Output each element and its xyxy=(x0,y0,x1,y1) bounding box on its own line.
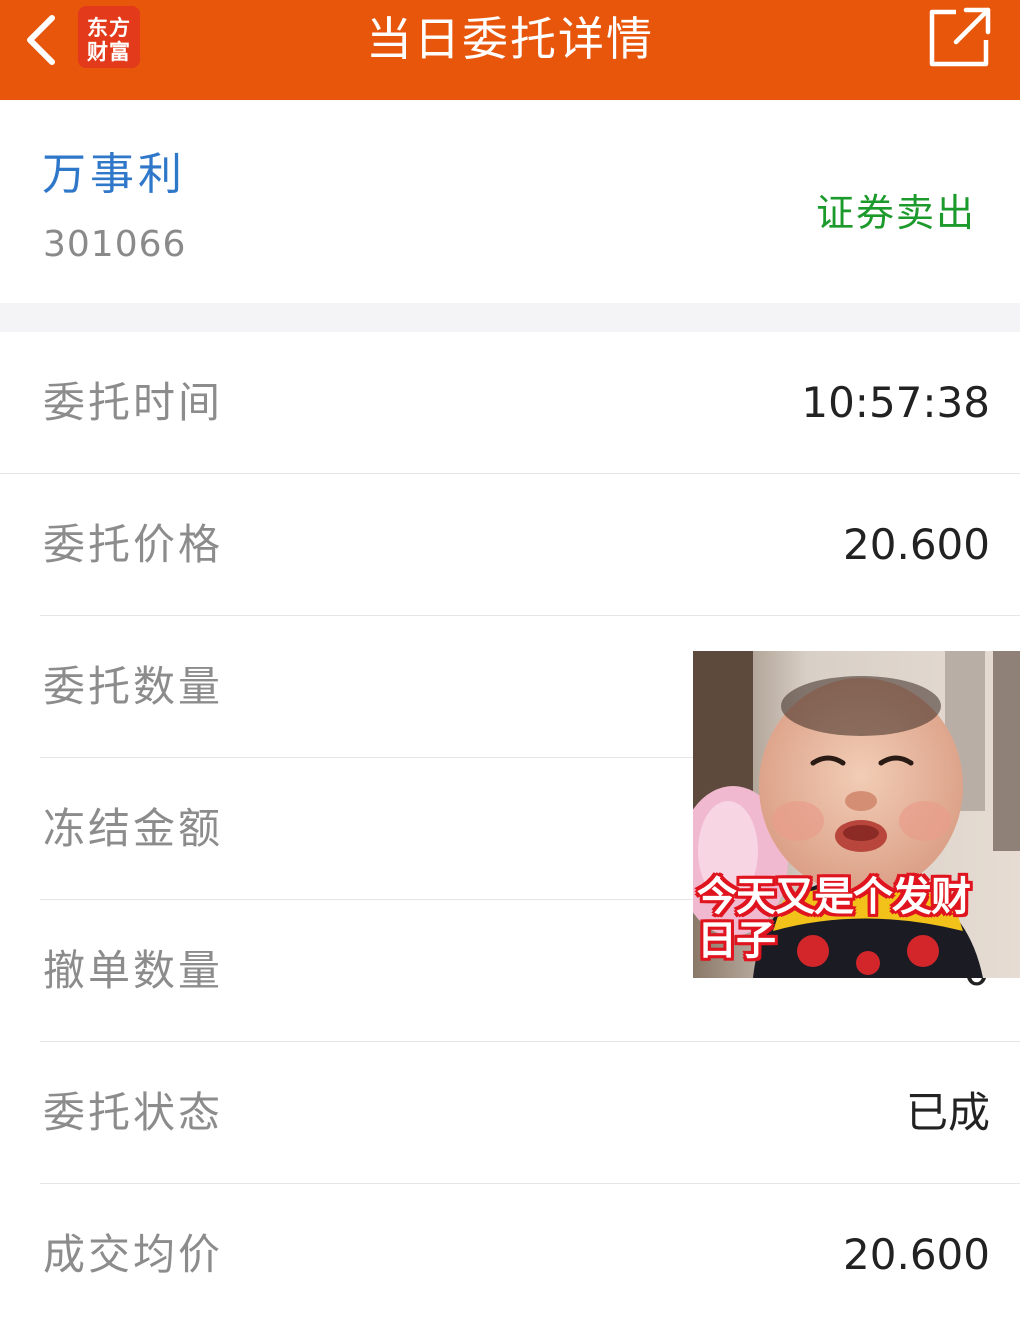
detail-value: 已成 xyxy=(905,1088,990,1137)
detail-value: 10:57:38 xyxy=(801,378,990,427)
app-header: 东方 财富 当日委托详情 xyxy=(0,0,1020,100)
detail-label: 委托状态 xyxy=(43,1088,224,1137)
stock-summary: 万事利 301066 证券卖出 xyxy=(0,100,1020,303)
detail-row-order-price: 委托价格 20.600 xyxy=(0,474,1020,616)
detail-label: 撤单数量 xyxy=(43,946,224,995)
detail-row-order-time: 委托时间 10:57:38 xyxy=(0,332,1020,474)
share-button[interactable] xyxy=(926,6,992,68)
detail-row-order-status: 委托状态 已成 xyxy=(0,1042,1020,1184)
detail-value: 20.600 xyxy=(843,1230,990,1279)
stock-code: 301066 xyxy=(43,224,187,265)
detail-label: 委托数量 xyxy=(43,662,224,711)
detail-value: 20.600 xyxy=(843,520,990,569)
external-share-icon xyxy=(929,7,991,67)
page-title: 当日委托详情 xyxy=(366,12,654,66)
detail-row-average-price: 成交均价 20.600 xyxy=(0,1184,1020,1322)
section-gap xyxy=(0,303,1020,332)
detail-label: 成交均价 xyxy=(43,1230,224,1279)
meme-caption-line2: 日子 xyxy=(697,918,776,964)
detail-label: 委托价格 xyxy=(43,520,224,569)
trade-type-label: 证券卖出 xyxy=(815,191,976,235)
meme-caption: 今天又是个发财 日子 xyxy=(697,875,1017,963)
meme-caption-line1: 今天又是个发财 xyxy=(697,874,971,920)
detail-label: 委托时间 xyxy=(43,378,224,427)
stock-name[interactable]: 万事利 xyxy=(42,138,186,202)
meme-sticker-image: 今天又是个发财 日子 xyxy=(693,651,1020,978)
detail-label: 冻结金额 xyxy=(43,804,224,853)
